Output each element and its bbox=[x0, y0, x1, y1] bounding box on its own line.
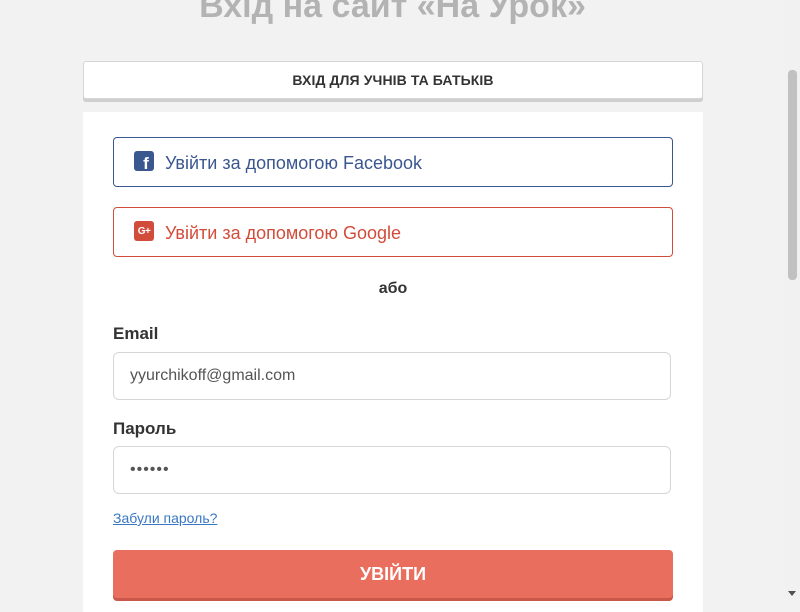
google-login-label: Увійти за допомогою Google bbox=[165, 223, 401, 243]
password-label: Пароль bbox=[113, 419, 177, 438]
login-panel: f Увійти за допомогою Facebook G+ Увійти… bbox=[83, 112, 703, 612]
login-submit-button[interactable]: УВІЙТИ bbox=[113, 550, 673, 598]
email-label: Email bbox=[113, 324, 159, 343]
tab-students-parents[interactable]: ВХІД ДЛЯ УЧНІВ ТА БАТЬКІВ bbox=[292, 72, 493, 88]
scrollbar[interactable] bbox=[785, 0, 800, 600]
facebook-login-label: Увійти за допомогою Facebook bbox=[165, 153, 422, 173]
or-divider: або bbox=[378, 280, 408, 297]
facebook-icon: f bbox=[134, 151, 154, 173]
scroll-down-arrow-icon[interactable] bbox=[788, 591, 796, 596]
page-title: Вхід на сайт «На Урок» bbox=[199, 0, 586, 25]
google-login-button[interactable]: G+ Увійти за допомогою Google bbox=[113, 207, 673, 257]
forgot-password-link[interactable]: Забули пароль? bbox=[113, 510, 217, 526]
scrollbar-thumb[interactable] bbox=[788, 70, 797, 280]
google-plus-icon: G+ bbox=[134, 221, 154, 241]
password-field[interactable] bbox=[113, 446, 671, 494]
facebook-login-button[interactable]: f Увійти за допомогою Facebook bbox=[113, 137, 673, 187]
email-field[interactable] bbox=[113, 352, 671, 400]
login-tabs: ВХІД ДЛЯ УЧНІВ ТА БАТЬКІВ bbox=[83, 61, 703, 99]
